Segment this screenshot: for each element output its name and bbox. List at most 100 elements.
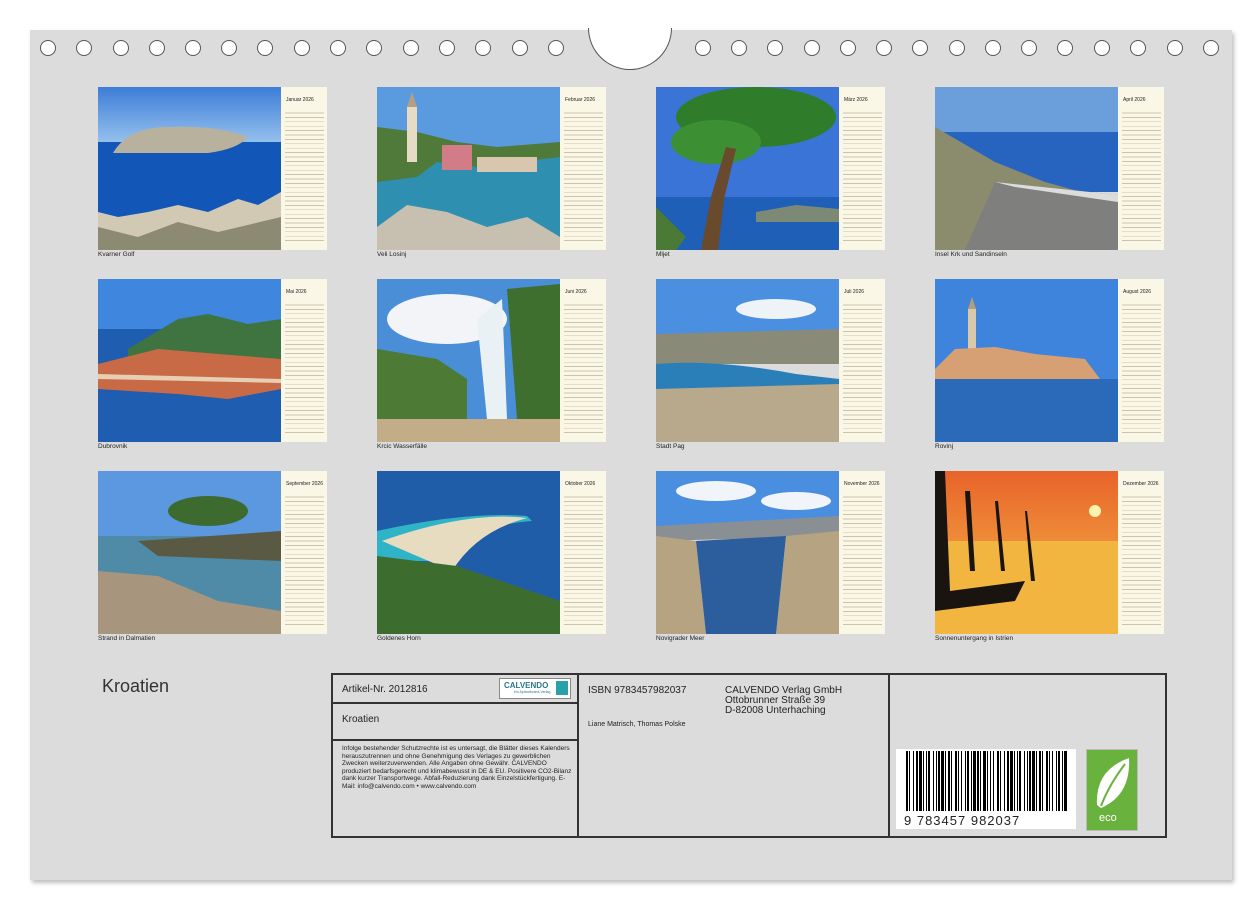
month-thumb-january: Januar 2026 Kvarner Golf — [98, 87, 327, 262]
binding-hole — [731, 40, 747, 56]
barcode-bar — [938, 751, 940, 811]
month-calendar-strip: März 2026 — [839, 87, 885, 250]
binding-hole — [475, 40, 491, 56]
binding-hole — [330, 40, 346, 56]
day-lines — [285, 109, 324, 244]
barcode-bar — [1019, 751, 1021, 811]
hanger-cutout — [588, 28, 672, 70]
month-thumb-may: Mai 2026 Dubrovnik — [98, 279, 327, 454]
barcode-bar — [941, 751, 944, 811]
binding-hole — [149, 40, 165, 56]
day-lines — [843, 493, 882, 628]
binding-hole — [185, 40, 201, 56]
binding-hole — [949, 40, 965, 56]
binding-hole — [257, 40, 273, 56]
photo-kvarner-golf — [98, 87, 281, 250]
binding-hole — [76, 40, 92, 56]
photo-caption: Goldenes Horn — [377, 635, 421, 642]
barcode-number: 9 783457 982037 — [904, 813, 1021, 828]
month-calendar-strip: Juni 2026 — [560, 279, 606, 442]
barcode-bar — [997, 751, 999, 811]
binding-hole — [1167, 40, 1183, 56]
photo-veli-losinj — [377, 87, 560, 250]
publisher-info-box: Artikel-Nr. 2012816 CALVENDO ein Apricot… — [331, 673, 1167, 838]
month-title: Februar 2026 — [565, 97, 596, 103]
barcode-bar — [993, 751, 994, 811]
month-calendar-strip: Januar 2026 — [281, 87, 327, 250]
photo-caption: Novigrader Meer — [656, 635, 705, 642]
month-title: November 2026 — [844, 481, 880, 487]
photo-caption: Krcic Wasserfälle — [377, 443, 427, 450]
barcode-bar — [936, 751, 937, 811]
binding-hole — [1021, 40, 1037, 56]
photo-dubrovnik — [98, 279, 281, 442]
binding-hole — [1203, 40, 1219, 56]
photo-caption: Rovinj — [935, 443, 954, 450]
month-calendar-strip: Dezember 2026 — [1118, 471, 1164, 634]
article-number: Artikel-Nr. 2012816 — [342, 684, 428, 695]
barcode-bar — [1058, 751, 1060, 811]
barcode-bar — [1046, 751, 1048, 811]
barcode-bar — [913, 751, 914, 811]
month-title: September 2026 — [286, 481, 323, 487]
binding-hole — [366, 40, 382, 56]
month-thumb-february: Februar 2026 Veli Losinj — [377, 87, 606, 262]
barcode-bar — [945, 751, 946, 811]
barcode-bar — [916, 751, 918, 811]
barcode-bar — [933, 751, 934, 811]
barcode-bar — [1062, 751, 1063, 811]
photo-caption: Stadt Pag — [656, 443, 685, 450]
barcode-bar — [973, 751, 976, 811]
calvendo-logo: CALVENDO ein Apricotbrand-Verlag — [499, 678, 571, 699]
barcode-bar — [1036, 751, 1037, 811]
month-calendar-strip: April 2026 — [1118, 87, 1164, 250]
binding-hole — [439, 40, 455, 56]
month-title: Juli 2026 — [844, 289, 865, 295]
publisher-city: D-82008 Unterhaching — [725, 705, 826, 716]
document-title: Kroatien — [102, 676, 170, 696]
binding-hole — [767, 40, 783, 56]
month-calendar-strip: August 2026 — [1118, 279, 1164, 442]
day-lines — [285, 493, 324, 628]
binding-hole — [985, 40, 1001, 56]
barcode-bar — [1014, 751, 1015, 811]
photo-mljet — [656, 87, 839, 250]
month-title: Januar 2026 — [286, 97, 314, 103]
photo-strand-dalmatien — [98, 471, 281, 634]
photo-caption: Mljet — [656, 251, 670, 258]
barcode-bar — [1017, 751, 1018, 811]
barcode-bar — [1029, 751, 1031, 811]
day-lines — [1122, 301, 1161, 436]
barcode-bar — [1032, 751, 1035, 811]
barcode-bar — [906, 751, 908, 811]
barcode-bar — [1000, 751, 1001, 811]
month-title: März 2026 — [844, 97, 868, 103]
month-thumb-april: April 2026 Insel Krk und Sandinseln — [935, 87, 1164, 262]
barcode-bar — [987, 751, 988, 811]
photo-caption: Sonnenuntergang in Istrien — [935, 635, 1014, 642]
barcode: 9 783457 982037 — [896, 749, 1076, 829]
calvendo-mark-icon — [556, 681, 568, 695]
day-lines — [564, 301, 603, 436]
month-calendar-strip: Mai 2026 — [281, 279, 327, 442]
photo-caption: Insel Krk und Sandinseln — [935, 251, 1007, 258]
calendar-back-page: Januar 2026 Kvarner Golf Februar 2026 Ve… — [30, 28, 1232, 880]
binding-hole — [403, 40, 419, 56]
eco-label: eco — [1099, 812, 1117, 824]
photo-caption: Veli Losinj — [377, 251, 407, 258]
month-title: Mai 2026 — [286, 289, 307, 295]
barcode-bar — [1027, 751, 1028, 811]
barcode-bar — [1024, 751, 1025, 811]
binding-hole — [221, 40, 237, 56]
barcode-bar — [983, 751, 986, 811]
photo-rovinj — [935, 279, 1118, 442]
binding-hole — [40, 40, 56, 56]
month-calendar-strip: November 2026 — [839, 471, 885, 634]
barcode-bar — [967, 751, 969, 811]
day-lines — [843, 109, 882, 244]
barcode-bar — [958, 751, 959, 811]
barcode-bar — [961, 751, 962, 811]
day-lines — [1122, 493, 1161, 628]
info-title: Kroatien — [342, 714, 380, 725]
month-calendar-strip: Februar 2026 — [560, 87, 606, 250]
